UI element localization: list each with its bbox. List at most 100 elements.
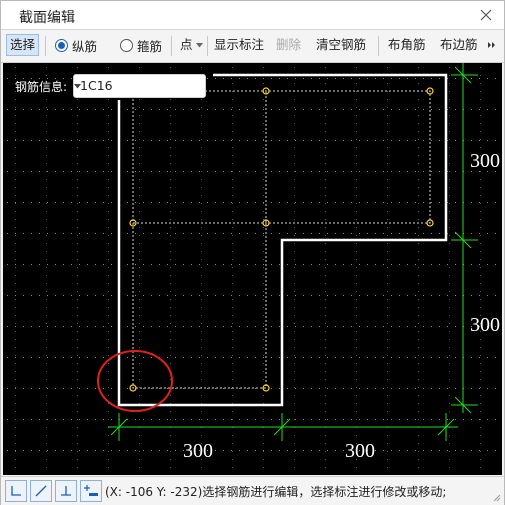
grid-dot bbox=[77, 123, 78, 124]
grid-dot bbox=[223, 233, 224, 234]
grid-dot bbox=[343, 450, 344, 451]
window-title: 截面编辑 bbox=[19, 10, 75, 26]
grid-dot bbox=[15, 107, 16, 108]
grid-dot bbox=[79, 109, 80, 110]
grid-dot bbox=[356, 395, 357, 396]
dimension-text-bottom-left[interactable]: 300 bbox=[183, 440, 213, 462]
offset-snap-button[interactable] bbox=[80, 480, 102, 502]
grid-dot bbox=[63, 450, 64, 451]
grid-dot bbox=[170, 219, 171, 220]
resize-grip-icon[interactable] bbox=[491, 492, 501, 502]
grid-dot bbox=[139, 235, 140, 236]
grid-dot bbox=[294, 467, 295, 468]
stirrup-radio[interactable]: 箍筋 bbox=[120, 34, 162, 56]
grid-dot bbox=[199, 171, 200, 172]
grid-dot bbox=[95, 171, 96, 172]
grid-dot bbox=[418, 387, 419, 388]
grid-dot bbox=[356, 67, 357, 68]
grid-dot bbox=[232, 299, 233, 300]
grid-dot bbox=[46, 307, 47, 308]
select-button[interactable]: 选择 bbox=[6, 34, 40, 56]
section-edit-window: 截面编辑 选择 纵筋 箍筋 点 显示标注 删除 清空钢筋 布角筋 布边筋 300… bbox=[0, 0, 505, 505]
grid-dot bbox=[279, 419, 280, 420]
grid-dot bbox=[183, 326, 184, 327]
grid-dot bbox=[15, 115, 16, 116]
grid-dot bbox=[46, 211, 47, 212]
clear-rebar-button[interactable]: 清空钢筋 bbox=[313, 34, 369, 56]
grid-dot bbox=[46, 379, 47, 380]
grid-dot bbox=[77, 227, 78, 228]
grid-dot bbox=[167, 419, 168, 420]
grid-dot bbox=[232, 275, 233, 276]
more-button[interactable] bbox=[487, 34, 497, 56]
grid-dot bbox=[263, 147, 264, 148]
grid-dot bbox=[143, 295, 144, 296]
grid-dot bbox=[46, 355, 47, 356]
perpendicular-snap-button[interactable] bbox=[55, 480, 77, 502]
grid-dot bbox=[418, 411, 419, 412]
grid-dot bbox=[15, 427, 16, 428]
grid-dot bbox=[294, 315, 295, 316]
grid-dot bbox=[356, 331, 357, 332]
grid-dot bbox=[231, 78, 232, 79]
grid-dot bbox=[55, 357, 56, 358]
rebar-info-select[interactable]: 1C16 bbox=[73, 74, 207, 98]
grid-dot bbox=[319, 202, 320, 203]
grid-dot bbox=[431, 78, 432, 79]
grid-dot bbox=[71, 295, 72, 296]
grid-dot bbox=[108, 139, 109, 140]
dimension-text-right-top[interactable]: 300 bbox=[470, 150, 500, 172]
drawing-canvas[interactable]: 300 300 300 300 钢筋信息: 1C16 bbox=[3, 63, 502, 475]
grid-dot bbox=[63, 326, 64, 327]
dimension-text-bottom-right[interactable]: 300 bbox=[345, 440, 375, 462]
grid-dot bbox=[449, 347, 450, 348]
grid-dot bbox=[311, 171, 312, 172]
grid-dot bbox=[415, 140, 416, 141]
grid-dot bbox=[232, 315, 233, 316]
toolbar-separator bbox=[45, 36, 46, 56]
grid-dot bbox=[207, 78, 208, 79]
grid-dot bbox=[23, 450, 24, 451]
grid-dot bbox=[199, 295, 200, 296]
grid-dot bbox=[359, 140, 360, 141]
section-outline[interactable] bbox=[117, 73, 448, 407]
grid-dot bbox=[418, 339, 419, 340]
grid-dot bbox=[407, 171, 408, 172]
orthogonal-snap-button[interactable] bbox=[5, 480, 27, 502]
grid-dot bbox=[418, 379, 419, 380]
side-rebar-button[interactable]: 布边筋 bbox=[437, 34, 481, 56]
grid-dot bbox=[191, 233, 192, 234]
grid-dot bbox=[295, 264, 296, 265]
grid-dot bbox=[294, 147, 295, 148]
grid-dot bbox=[151, 202, 152, 203]
grid-dot bbox=[449, 219, 450, 220]
grid-dot bbox=[46, 259, 47, 260]
point-dropdown[interactable]: 点 bbox=[177, 34, 206, 56]
dimension-text-right-bottom[interactable]: 300 bbox=[470, 314, 500, 336]
grid-dot bbox=[108, 179, 109, 180]
grid-dot bbox=[325, 195, 326, 196]
oblique-snap-button[interactable] bbox=[30, 480, 52, 502]
grid-dot bbox=[423, 419, 424, 420]
show-dimensions-button[interactable]: 显示标注 bbox=[211, 34, 267, 56]
grid-dot bbox=[247, 233, 248, 234]
corner-rebar-button[interactable]: 布角筋 bbox=[385, 34, 429, 56]
grid-dot bbox=[108, 339, 109, 340]
grid-dot bbox=[375, 78, 376, 79]
grid-dot bbox=[294, 99, 295, 100]
grid-dot bbox=[167, 295, 168, 296]
grid-dot bbox=[319, 450, 320, 451]
grid-dot bbox=[239, 419, 240, 420]
close-button[interactable] bbox=[476, 5, 496, 25]
longitudinal-radio-indicator[interactable] bbox=[55, 38, 68, 52]
grid-dot bbox=[311, 264, 312, 265]
grid-dot bbox=[31, 450, 32, 451]
delete-button[interactable]: 删除 bbox=[273, 34, 304, 56]
longitudinal-radio[interactable]: 纵筋 bbox=[55, 34, 97, 56]
grid-dot bbox=[232, 227, 233, 228]
stirrup-radio-indicator[interactable] bbox=[120, 38, 133, 52]
grid-dot bbox=[263, 171, 264, 172]
grid-dot bbox=[46, 291, 47, 292]
grid-dot bbox=[263, 259, 264, 260]
grid-dot bbox=[247, 109, 248, 110]
